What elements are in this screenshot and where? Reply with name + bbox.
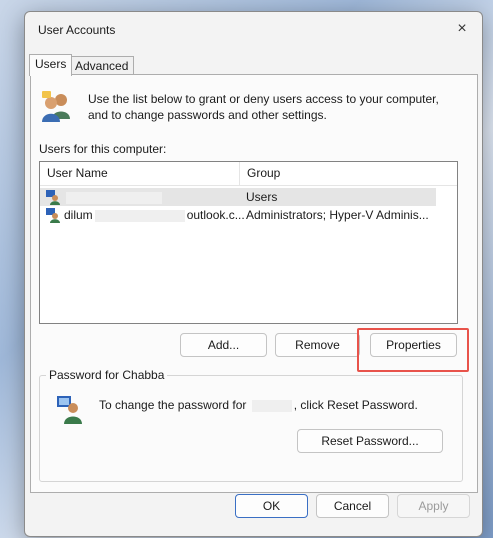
table-row[interactable]: dilum outlook.c... Administrators; Hyper-…: [40, 206, 436, 224]
ok-button[interactable]: OK: [235, 494, 308, 518]
reset-password-button[interactable]: Reset Password...: [297, 429, 443, 453]
info-text: Use the list below to grant or deny user…: [88, 92, 439, 122]
title-bar: User Accounts ×: [25, 12, 482, 46]
user-name-cell: dilum outlook.c...: [64, 208, 244, 222]
password-groupbox: Password for Chabba To change the passwo…: [39, 368, 463, 482]
redacted-name: [66, 191, 162, 204]
user-icon: [46, 190, 60, 205]
tab-advanced[interactable]: Advanced: [69, 56, 135, 75]
password-instructions: To change the password for , click Reset…: [99, 398, 418, 412]
close-icon[interactable]: ×: [442, 12, 482, 46]
group-cell: Administrators; Hyper-V Adminis...: [246, 208, 429, 222]
tab-users[interactable]: Users: [29, 54, 73, 76]
window-title: User Accounts: [38, 23, 116, 37]
properties-highlight: [357, 328, 469, 372]
user-icon: [46, 208, 60, 223]
column-group[interactable]: Group: [240, 162, 280, 185]
add-button[interactable]: Add...: [180, 333, 267, 357]
users-list-label: Users for this computer:: [39, 142, 167, 156]
users-icon: [42, 91, 70, 122]
redacted-name: [251, 399, 292, 412]
password-groupbox-title: Password for Chabba: [46, 368, 168, 382]
user-name-cell: [64, 188, 214, 206]
users-tab-panel: Use the list below to grant or deny user…: [30, 74, 478, 493]
list-header: User Name Group: [40, 162, 457, 186]
remove-button[interactable]: Remove: [275, 333, 360, 357]
redacted-name: [94, 209, 185, 222]
column-user-name[interactable]: User Name: [40, 162, 240, 185]
group-cell: Users: [246, 190, 278, 204]
apply-button[interactable]: Apply: [397, 494, 470, 518]
user-accounts-window: User Accounts × Users Advanced Use the l…: [24, 11, 483, 537]
users-list[interactable]: User Name Group Users dilum outlook.c... …: [39, 161, 458, 324]
cancel-button[interactable]: Cancel: [316, 494, 389, 518]
user-password-icon: [57, 396, 82, 424]
table-row[interactable]: Users: [40, 188, 436, 206]
